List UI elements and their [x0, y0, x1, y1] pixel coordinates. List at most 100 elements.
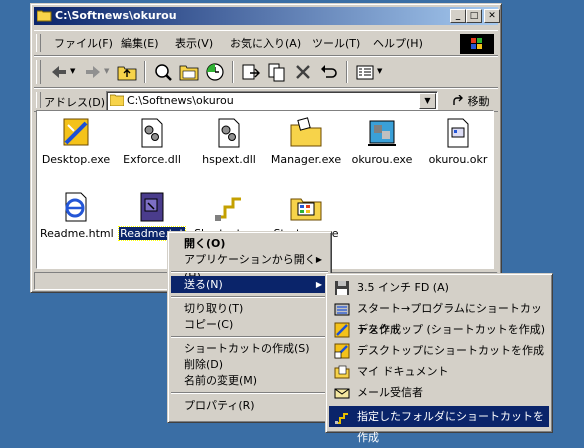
move-to-icon[interactable]	[240, 61, 262, 83]
send-to-label: 3.5 インチ FD (A)	[357, 281, 449, 294]
file-item[interactable]: Manager.exe	[269, 117, 343, 166]
menu-bar-grip[interactable]	[36, 34, 41, 52]
up-folder-icon[interactable]	[116, 61, 138, 83]
floppy-icon	[335, 281, 349, 295]
menu-item-create-shortcut[interactable]: ショートカットの作成(S)	[171, 340, 328, 357]
toolbar-grip[interactable]	[36, 60, 41, 84]
send-to-item-desktop[interactable]: デスクトップ (ショートカットを作成)	[329, 319, 549, 340]
address-label: アドレス(D)	[44, 96, 106, 109]
send-to-item-folder-shortcut[interactable]: 指定したフォルダにショートカットを作成	[329, 406, 549, 444]
send-to-item-my-documents[interactable]: マイ ドキュメント	[329, 361, 549, 382]
menu-item-label: 削除(D)	[184, 358, 224, 371]
history-icon[interactable]	[204, 61, 226, 83]
dll-icon	[218, 118, 240, 148]
views-icon[interactable]	[354, 61, 376, 83]
file-item[interactable]: okurou.okr	[421, 117, 495, 166]
menu-separator	[171, 336, 328, 338]
maximize-button[interactable]: □	[466, 9, 482, 23]
submenu-arrow-icon: ▶	[315, 255, 322, 264]
go-button[interactable]: 移動	[452, 93, 490, 109]
window-title: C:\Softnews\okurou	[55, 9, 177, 22]
menu-item-label: 送る(N)	[184, 278, 223, 291]
file-label: Manager.exe	[270, 153, 342, 166]
menu-item-cut[interactable]: 切り取り(T)	[171, 300, 328, 317]
close-button[interactable]: ✕	[484, 9, 500, 23]
windows-logo	[460, 34, 494, 54]
copy-to-icon[interactable]	[266, 61, 288, 83]
undo-icon[interactable]	[318, 61, 340, 83]
submenu-arrow-icon: ▶	[315, 280, 322, 289]
search-icon[interactable]	[152, 61, 174, 83]
file-item[interactable]: Readme.html	[39, 191, 114, 240]
menu-item-open[interactable]: 開く(O)	[171, 235, 328, 252]
address-input[interactable]: C:\Softnews\okurou ▼	[106, 91, 438, 111]
context-menu: 開く(O) アプリケーションから開く(H)▶ 送る(N) ▶ 切り取り(T) コピ…	[167, 231, 332, 423]
address-bar: アドレス(D) C:\Softnews\okurou ▼ 移動	[34, 88, 498, 112]
menu-item-label: コピー(C)	[184, 318, 234, 331]
menu-tools[interactable]: ツール(T)	[312, 35, 360, 51]
send-to-submenu: 3.5 インチ FD (A) スタート→プログラムにショートカットを作成 デスク…	[325, 273, 553, 444]
back-icon[interactable]	[48, 61, 70, 83]
address-bar-grip[interactable]	[36, 92, 41, 108]
title-bar[interactable]: C:\Softnews\okurou _ □ ✕	[34, 7, 500, 25]
toolbar-separator	[346, 61, 348, 83]
menu-favorites[interactable]: お気に入り(A)	[230, 35, 301, 51]
menu-item-send-to[interactable]: 送る(N) ▶	[171, 276, 328, 293]
menu-separator	[171, 392, 328, 394]
go-label: 移動	[467, 95, 490, 108]
delete-icon[interactable]	[292, 61, 314, 83]
minimize-button[interactable]: _	[450, 9, 466, 23]
folders-icon[interactable]	[178, 61, 200, 83]
menu-item-open-with[interactable]: アプリケーションから開く(H)▶	[171, 251, 328, 283]
menu-item-label: 開く(O)	[184, 237, 226, 250]
file-label: okurou.exe	[351, 153, 413, 166]
text-file-icon	[140, 192, 164, 222]
menu-help[interactable]: ヘルプ(H)	[373, 35, 423, 51]
toolbar-separator	[232, 61, 234, 83]
shortcut-exe-icon	[215, 197, 241, 221]
dll-icon	[141, 118, 163, 148]
okr-file-icon	[447, 118, 469, 148]
toolbar: ▼ ▼ ▼	[34, 56, 498, 88]
menu-bar: ファイル(F) 編集(E) 表示(V) お気に入り(A) ツール(T) ヘルプ(…	[34, 30, 498, 56]
send-to-label: デスクトップ (ショートカットを作成)	[357, 323, 546, 336]
menu-item-properties[interactable]: プロパティ(R)	[171, 397, 328, 414]
send-to-item-programs[interactable]: スタート→プログラムにショートカットを作成	[329, 298, 549, 336]
toolbar-separator	[144, 61, 146, 83]
folder-icon	[110, 94, 124, 106]
file-item[interactable]: hspext.dll	[192, 117, 266, 166]
address-dropdown-button[interactable]: ▼	[419, 93, 436, 109]
desktop-shortcut-icon	[334, 343, 350, 359]
file-label: Exforce.dll	[123, 153, 181, 166]
file-item[interactable]: Desktop.exe	[39, 117, 113, 166]
views-dropdown-icon[interactable]: ▼	[377, 67, 382, 75]
file-item[interactable]: okurou.exe	[345, 117, 419, 166]
send-to-item-desktop-shortcut[interactable]: デスクトップにショートカットを作成	[329, 340, 549, 361]
go-arrow-icon	[453, 94, 463, 105]
address-value: C:\Softnews\okurou	[127, 94, 234, 107]
menu-view[interactable]: 表示(V)	[175, 35, 213, 51]
file-label: Desktop.exe	[41, 153, 111, 166]
file-label: Readme.html	[40, 227, 114, 240]
send-to-label: マイ ドキュメント	[357, 365, 449, 378]
forward-dropdown-icon[interactable]: ▼	[104, 67, 109, 75]
folder-icon	[37, 10, 52, 22]
menu-item-rename[interactable]: 名前の変更(M)	[171, 372, 328, 389]
html-icon	[65, 192, 87, 222]
menu-edit[interactable]: 編集(E)	[121, 35, 159, 51]
mail-icon	[334, 388, 350, 399]
send-to-item-floppy[interactable]: 3.5 インチ FD (A)	[329, 277, 549, 298]
send-to-label: メール受信者	[357, 386, 423, 399]
back-dropdown-icon[interactable]: ▼	[70, 67, 75, 75]
desktop-exe-icon	[63, 118, 89, 146]
menu-separator	[171, 296, 328, 298]
send-to-label: 指定したフォルダにショートカットを作成	[357, 410, 544, 444]
send-to-label: デスクトップにショートカットを作成	[357, 344, 544, 357]
menu-item-copy[interactable]: コピー(C)	[171, 316, 328, 333]
file-item[interactable]: Exforce.dll	[115, 117, 189, 166]
menu-file[interactable]: ファイル(F)	[54, 35, 113, 51]
menu-item-delete[interactable]: 削除(D)	[171, 356, 328, 373]
forward-icon[interactable]	[82, 61, 104, 83]
okurou-exe-icon	[368, 120, 396, 146]
send-to-item-mail[interactable]: メール受信者	[329, 382, 549, 403]
